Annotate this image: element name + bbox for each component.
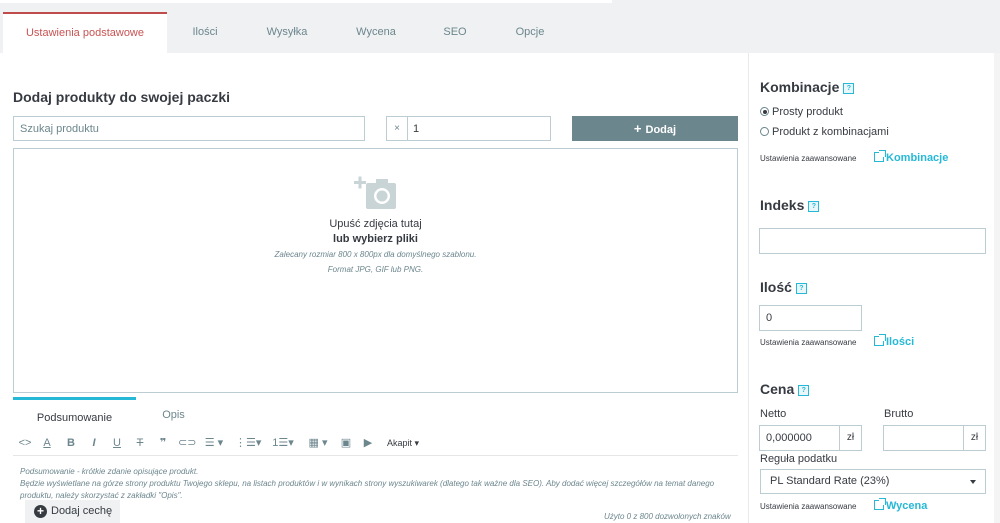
quantity-title: Ilość? — [760, 279, 807, 295]
paragraph-format-dropdown[interactable]: Akapit ▾ — [383, 433, 423, 453]
bullet-list-icon[interactable]: ⋮☰▾ — [235, 433, 261, 453]
net-price-input[interactable] — [759, 425, 840, 451]
combinations-link-label: Kombinacje — [886, 152, 949, 164]
plus-circle-icon: + — [34, 505, 47, 518]
italic-icon[interactable]: I — [86, 433, 102, 453]
add-product-button[interactable]: + Dodaj — [572, 116, 738, 141]
net-currency-suffix: zł — [840, 425, 862, 451]
dropzone-select-files-link[interactable]: lub wybierz pliki — [14, 233, 737, 245]
product-tabs: Ustawienia podstawowe Ilości Wysyłka Wyc… — [0, 12, 1000, 53]
help-icon[interactable]: ? — [795, 282, 807, 294]
page-scrollbar[interactable] — [994, 53, 1000, 523]
combinations-title-text: Kombinacje — [760, 79, 840, 95]
net-price-label: Netto — [760, 408, 787, 420]
summary-placeholder-text: Podsumowanie - krótkie zdanie opisujące … — [20, 467, 715, 500]
external-link-icon — [874, 498, 886, 510]
link-icon[interactable]: ⊂⊃ — [178, 433, 196, 453]
help-icon[interactable]: ? — [843, 82, 855, 94]
quantity-prefix: × — [386, 116, 407, 141]
text-color-icon[interactable]: A — [39, 433, 55, 453]
tab-quantities[interactable]: Ilości — [167, 12, 243, 53]
add-feature-button[interactable]: + Dodaj cechę — [25, 500, 120, 523]
top-strip-highlight — [0, 0, 612, 3]
numbered-list-icon[interactable]: 1☰▾ — [269, 433, 297, 453]
advanced-settings-label: Ustawienia zaawansowane — [760, 338, 857, 347]
gross-price-input[interactable] — [883, 425, 964, 451]
reference-title: Indeks? — [760, 197, 820, 213]
price-title: Cena? — [760, 381, 810, 397]
tab-options[interactable]: Opcje — [489, 12, 571, 53]
pack-title: Dodaj produkty do swojej paczki — [13, 89, 231, 105]
price-title-text: Cena — [760, 381, 795, 397]
tab-pricing[interactable]: Wycena — [331, 12, 421, 53]
tax-rule-select[interactable]: PL Standard Rate (23%) — [760, 469, 986, 494]
plus-icon: + — [633, 121, 642, 136]
column-divider — [748, 53, 749, 523]
align-dropdown-icon[interactable]: ☰ ▾ — [201, 433, 227, 453]
quantities-link-label: Ilości — [886, 336, 915, 348]
dropzone-format-hint: Format JPG, GIF lub PNG. — [327, 265, 424, 274]
radio-combinations-label: Produkt z kombinacjami — [772, 126, 889, 138]
help-icon[interactable]: ? — [808, 200, 820, 212]
bold-icon[interactable]: B — [63, 433, 79, 453]
source-code-icon[interactable]: <> — [17, 433, 33, 453]
add-product-label: Dodaj — [645, 124, 677, 136]
external-link-icon — [874, 334, 886, 346]
tax-rule-value: PL Standard Rate (23%) — [770, 475, 890, 487]
editor-toolbar: <> A B I U T ❞ ⊂⊃ ☰ ▾ ⋮☰▾ 1☰▾ ▦ ▾ ▣ ▶ Ak… — [13, 433, 738, 455]
add-photo-icon — [354, 176, 396, 209]
tab-shipping[interactable]: Wysyłka — [243, 12, 331, 53]
gross-currency-suffix: zł — [964, 425, 986, 451]
media-icon[interactable]: ▶ — [360, 433, 376, 453]
tab-seo[interactable]: SEO — [421, 12, 489, 53]
character-counter: Użyto 0 z 800 dozwolonych znaków — [604, 512, 731, 521]
combinations-link[interactable]: Kombinacje — [874, 150, 949, 164]
radio-unchecked-icon[interactable] — [760, 127, 769, 136]
radio-checked-icon[interactable] — [760, 107, 769, 116]
image-dropzone[interactable]: Upuść zdjęcia tutaj lub wybierz pliki Za… — [13, 148, 738, 393]
pricing-link[interactable]: Wycena — [874, 498, 928, 512]
reference-title-text: Indeks — [760, 197, 805, 213]
radio-simple-product-label: Prosty produkt — [772, 106, 843, 118]
strikethrough-icon[interactable]: T — [132, 433, 148, 453]
reference-input[interactable] — [759, 228, 986, 254]
pricing-link-label: Wycena — [886, 500, 928, 512]
advanced-settings-label: Ustawienia zaawansowane — [760, 502, 857, 511]
underline-icon[interactable]: U — [109, 433, 125, 453]
image-icon[interactable]: ▣ — [338, 433, 354, 453]
advanced-settings-label: Ustawienia zaawansowane — [760, 154, 857, 163]
radio-product-with-combinations[interactable]: Produkt z kombinacjami — [760, 126, 889, 138]
external-link-icon — [874, 150, 886, 162]
gross-price-label: Brutto — [884, 408, 914, 420]
add-feature-label: Dodaj cechę — [51, 505, 113, 517]
radio-simple-product[interactable]: Prosty produkt — [760, 106, 843, 118]
blockquote-icon[interactable]: ❞ — [155, 433, 171, 453]
quantity-input[interactable] — [759, 305, 862, 331]
dropzone-drop-text: Upuść zdjęcia tutaj — [329, 218, 422, 230]
table-icon[interactable]: ▦ ▾ — [305, 433, 331, 453]
product-search-input[interactable] — [13, 116, 365, 141]
tab-basic-settings[interactable]: Ustawienia podstawowe — [3, 12, 167, 53]
paragraph-format-label: Akapit — [386, 438, 412, 448]
quantities-link[interactable]: Ilości — [874, 334, 915, 348]
quantity-title-text: Ilość — [760, 279, 792, 295]
tab-summary[interactable]: Podsumowanie — [13, 397, 136, 427]
help-icon[interactable]: ? — [798, 384, 810, 396]
combinations-title: Kombinacje? — [760, 79, 855, 95]
tax-rule-label: Reguła podatku — [760, 453, 838, 465]
pack-quantity-input[interactable] — [407, 116, 551, 141]
chevron-down-icon — [970, 480, 976, 484]
tab-description[interactable]: Opis — [136, 397, 211, 427]
dropzone-size-hint: Zalecany rozmiar 800 x 800px dla domyśln… — [274, 250, 477, 259]
